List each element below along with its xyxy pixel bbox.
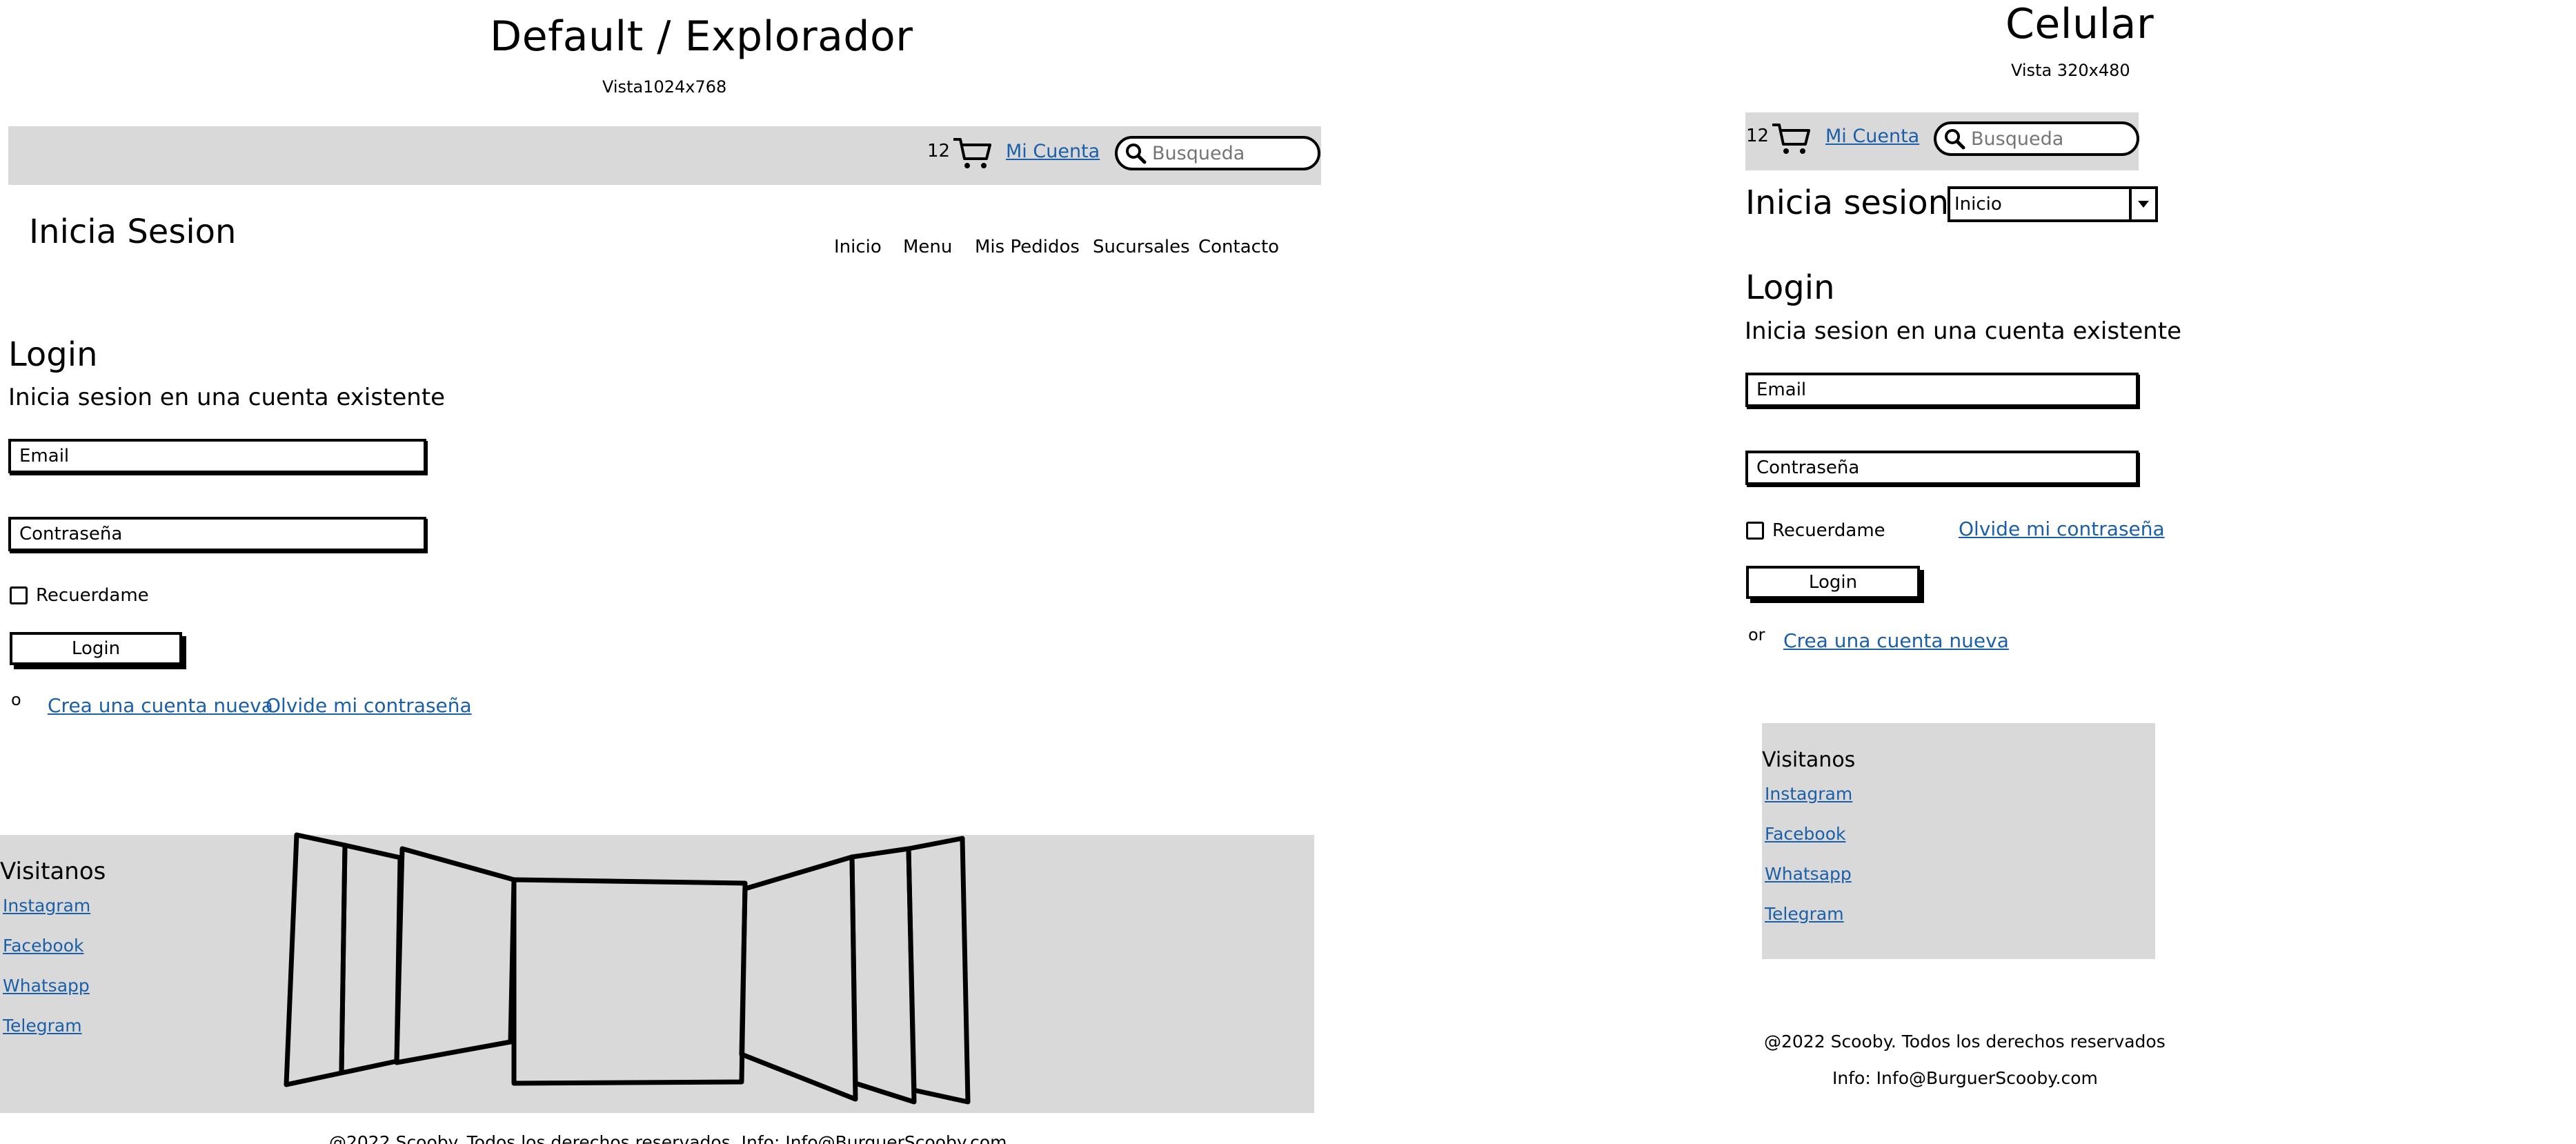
desktop-viewport-label: Vista1024x768 <box>602 77 727 97</box>
desktop-search-box[interactable] <box>1115 136 1320 170</box>
desktop-login-subtitle: Inicia sesion en una cuenta existente <box>8 384 446 411</box>
mobile-footer-heading: Visitanos <box>1762 748 1856 772</box>
desktop-remember-label: Recuerdame <box>36 585 149 606</box>
desktop-password-field[interactable]: Contraseña <box>8 517 426 551</box>
mobile-password-field[interactable]: Contraseña <box>1745 451 2139 485</box>
cart-icon[interactable] <box>952 135 992 171</box>
desktop-footer-link-telegram[interactable]: Telegram <box>3 1016 82 1036</box>
mobile-account-link[interactable]: Mi Cuenta <box>1825 126 1919 147</box>
mobile-email-field[interactable]: Email <box>1745 373 2139 407</box>
nav-item-sucursales[interactable]: Sucursales <box>1093 237 1190 257</box>
nav-item-inicio[interactable]: Inicio <box>834 237 882 257</box>
search-icon <box>1126 144 1147 164</box>
mobile-search-input[interactable] <box>1967 128 2127 150</box>
mobile-remember-checkbox[interactable] <box>1746 522 1764 540</box>
mobile-forgot-password-link[interactable]: Olvide mi contraseña <box>1959 517 2165 540</box>
wireframe-canvas: Default / Explorador Vista1024x768 12 Mi… <box>0 0 2576 1144</box>
nav-item-mis-pedidos[interactable]: Mis Pedidos <box>975 237 1080 257</box>
mobile-search-icon <box>1945 129 1965 150</box>
chevron-down-icon[interactable] <box>2129 189 2155 219</box>
mobile-login-title: Login <box>1745 268 1835 307</box>
mobile-login-button[interactable]: Login <box>1746 566 1920 599</box>
mobile-footer-link-instagram[interactable]: Instagram <box>1765 784 1852 804</box>
mobile-cart-count: 12 <box>1746 126 1770 146</box>
desktop-brand-title: Inicia Sesion <box>29 213 237 251</box>
mobile-copyright-line2: Info: Info@BurguerScooby.com <box>1832 1068 2098 1088</box>
desktop-account-link[interactable]: Mi Cuenta <box>1006 141 1100 162</box>
desktop-email-field[interactable]: Email <box>8 439 426 473</box>
mobile-brand-title: Inicia sesion <box>1745 184 1949 222</box>
desktop-create-account-link[interactable]: Crea una cuenta nueva <box>48 694 273 717</box>
desktop-search-input[interactable] <box>1148 142 1308 164</box>
mobile-nav-select[interactable]: Inicio <box>1948 186 2158 222</box>
mobile-footer-link-facebook[interactable]: Facebook <box>1765 824 1845 844</box>
mobile-footer-link-whatsapp[interactable]: Whatsapp <box>1765 864 1852 884</box>
desktop-cart-count: 12 <box>927 141 951 161</box>
mobile-create-account-link[interactable]: Crea una cuenta nueva <box>1783 629 2009 652</box>
desktop-heading: Default / Explorador <box>490 12 913 61</box>
mobile-viewport-label: Vista 320x480 <box>2011 61 2130 80</box>
desktop-footer-link-whatsapp[interactable]: Whatsapp <box>3 976 90 996</box>
mobile-remember-label: Recuerdame <box>1772 520 1885 541</box>
mobile-or-label: or <box>1748 625 1765 644</box>
image-carousel-placeholder[interactable] <box>279 828 980 1111</box>
mobile-footer-link-telegram[interactable]: Telegram <box>1765 904 1844 924</box>
desktop-footer-link-instagram[interactable]: Instagram <box>3 896 90 916</box>
mobile-heading: Celular <box>2005 0 2154 48</box>
nav-item-contacto[interactable]: Contacto <box>1198 237 1279 257</box>
mobile-login-subtitle: Inicia sesion en una cuenta existente <box>1745 317 2182 345</box>
mobile-cart-icon[interactable] <box>1771 121 1811 157</box>
desktop-remember-checkbox[interactable] <box>10 586 28 604</box>
mobile-nav-select-value: Inicio <box>1954 194 2002 215</box>
nav-item-menu[interactable]: Menu <box>903 237 952 257</box>
desktop-or-label: o <box>11 690 21 709</box>
desktop-login-button[interactable]: Login <box>10 632 182 665</box>
desktop-forgot-password-link[interactable]: Olvide mi contraseña <box>266 694 472 717</box>
desktop-footer-link-facebook[interactable]: Facebook <box>3 936 83 956</box>
mobile-search-box[interactable] <box>1934 121 2139 156</box>
mobile-copyright-line1: @2022 Scooby. Todos los derechos reserva… <box>1764 1032 2166 1052</box>
desktop-footer-heading: Visitanos <box>0 858 106 885</box>
desktop-copyright: @2022 Scooby. Todos los derechos reserva… <box>329 1132 1007 1144</box>
desktop-login-title: Login <box>8 335 98 374</box>
